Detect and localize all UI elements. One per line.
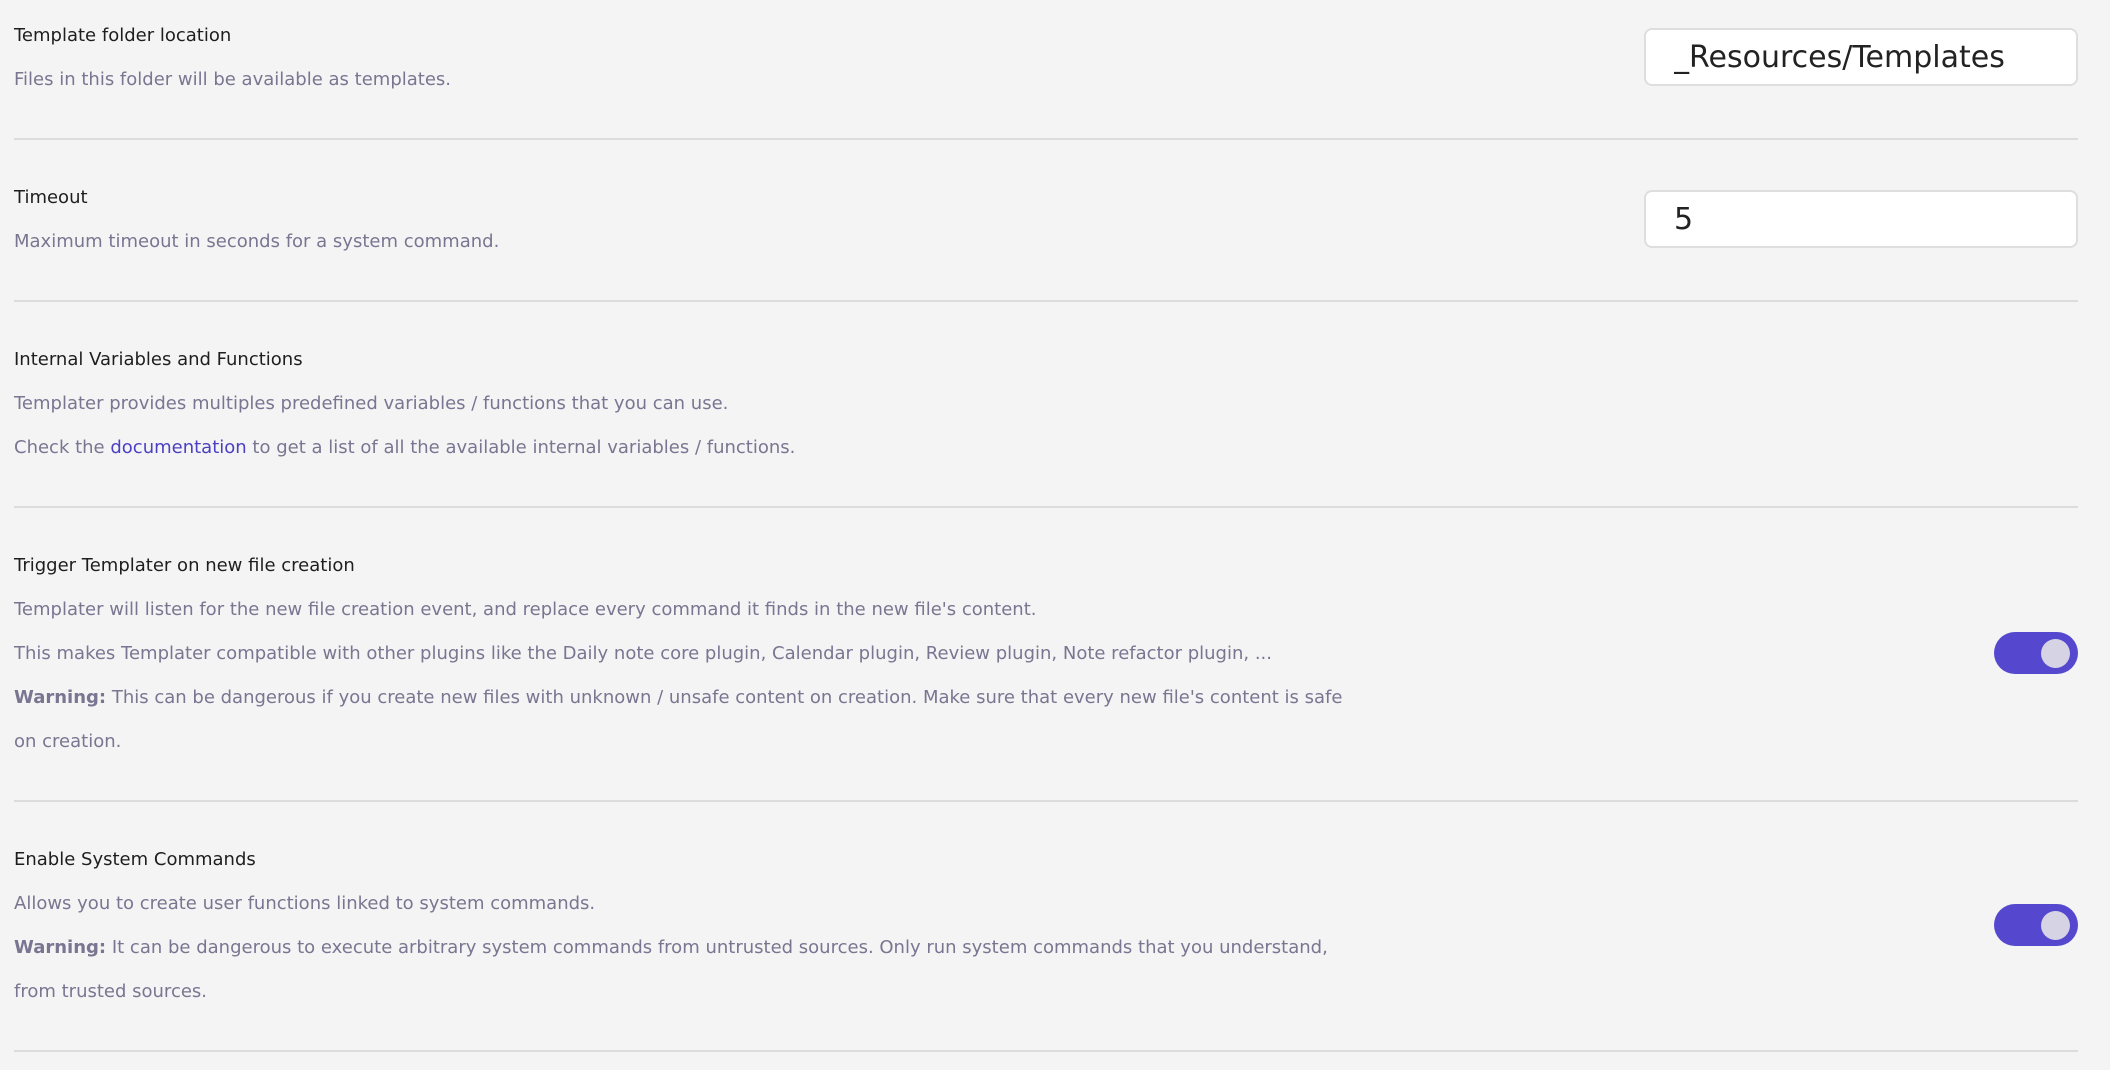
- setting-template-folder: Template folder location Files in this f…: [14, 14, 2078, 102]
- setting-name: Internal Variables and Functions: [14, 349, 303, 370]
- setting-description: Allows you to create user functions link…: [14, 893, 596, 914]
- warning-label: Warning:: [14, 937, 107, 958]
- setting-description-line2: This makes Templater compatible with oth…: [14, 643, 1272, 664]
- setting-description: Templater provides multiples predefined …: [14, 393, 729, 414]
- divider: [14, 800, 2078, 802]
- template-folder-input[interactable]: [1644, 28, 2078, 86]
- setting-name: Trigger Templater on new file creation: [14, 555, 355, 576]
- setting-internal-variables: Internal Variables and Functions Templat…: [14, 338, 2078, 470]
- setting-trigger-on-new-file: Trigger Templater on new file creation T…: [14, 544, 2078, 764]
- setting-warning-line2: on creation.: [14, 731, 122, 752]
- divider: [14, 300, 2078, 302]
- system-commands-toggle[interactable]: [1994, 904, 2078, 946]
- toggle-knob: [2041, 911, 2070, 940]
- desc-prefix: Check the: [14, 437, 111, 458]
- toggle-knob: [2041, 639, 2070, 668]
- setting-warning-line2: from trusted sources.: [14, 981, 208, 1002]
- setting-name: Enable System Commands: [14, 849, 256, 870]
- setting-system-commands: Enable System Commands Allows you to cre…: [14, 838, 2078, 1014]
- setting-warning: Warning: This can be dangerous if you cr…: [14, 676, 2078, 720]
- warning-label: Warning:: [14, 687, 107, 708]
- desc-suffix: to get a list of all the available inter…: [246, 437, 796, 458]
- timeout-input[interactable]: [1644, 190, 2078, 248]
- templater-settings-panel: Template folder location Files in this f…: [0, 0, 2110, 1070]
- warning-text: It can be dangerous to execute arbitrary…: [106, 937, 1328, 958]
- divider: [14, 1050, 2078, 1052]
- warning-text: This can be dangerous if you create new …: [106, 687, 1343, 708]
- trigger-on-new-file-toggle[interactable]: [1994, 632, 2078, 674]
- divider: [14, 138, 2078, 140]
- setting-timeout: Timeout Maximum timeout in seconds for a…: [14, 176, 2078, 264]
- setting-description: Templater will listen for the new file c…: [14, 599, 1037, 620]
- divider: [14, 506, 2078, 508]
- setting-description-line2: Check the documentation to get a list of…: [14, 426, 2078, 470]
- documentation-link[interactable]: documentation: [110, 437, 246, 458]
- setting-warning: Warning: It can be dangerous to execute …: [14, 926, 2078, 970]
